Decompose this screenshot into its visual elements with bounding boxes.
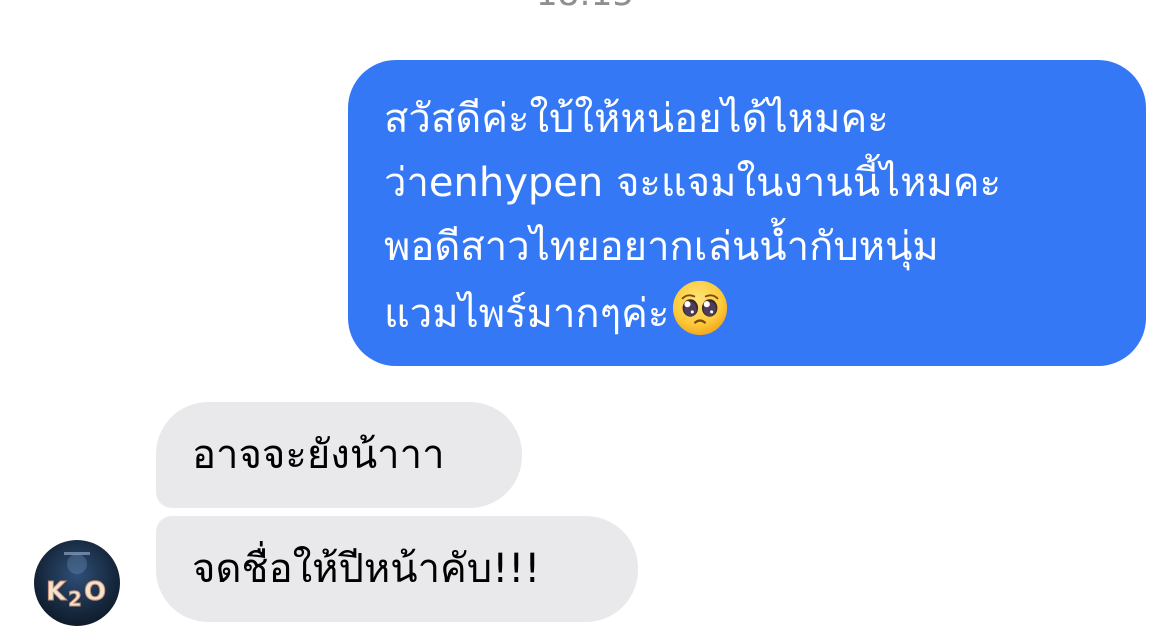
message-line: พอดีสาวไทยอยากเล่นน้ำกับหนุ่ม [384,224,939,270]
outgoing-message-bubble[interactable]: สวัสดีค่ะใบ้ให้หน่อยได้ไหมคะ ว่าenhypen … [348,60,1146,366]
message-line-last: แวมไพร์มากๆค่ะ [384,279,1122,343]
incoming-message-bubble[interactable]: อาจจะยังน้าาา [156,402,522,508]
pleading-face-emoji-icon [673,280,728,336]
message-timestamp: 18:15 [0,0,1170,14]
svg-text:K: K [46,577,67,607]
incoming-message-bubble[interactable]: จดชื่อให้ปีหน้าคับ!!! [156,516,638,622]
message-line-text: แวมไพร์มากๆค่ะ [384,291,670,337]
k2o-logo-avatar-icon: K 2 O [34,540,120,626]
sender-avatar[interactable]: K 2 O [34,540,120,626]
svg-text:2: 2 [68,587,82,611]
chat-thread: 18:15 สวัสดีค่ะใบ้ให้หน่อยได้ไหมคะ ว่าen… [0,0,1170,642]
message-line: ว่าenhypen จะแจมในงานนี้ไหมคะ [384,160,1002,206]
message-line: สวัสดีค่ะใบ้ให้หน่อยได้ไหมคะ [384,96,889,142]
svg-text:O: O [84,577,106,607]
